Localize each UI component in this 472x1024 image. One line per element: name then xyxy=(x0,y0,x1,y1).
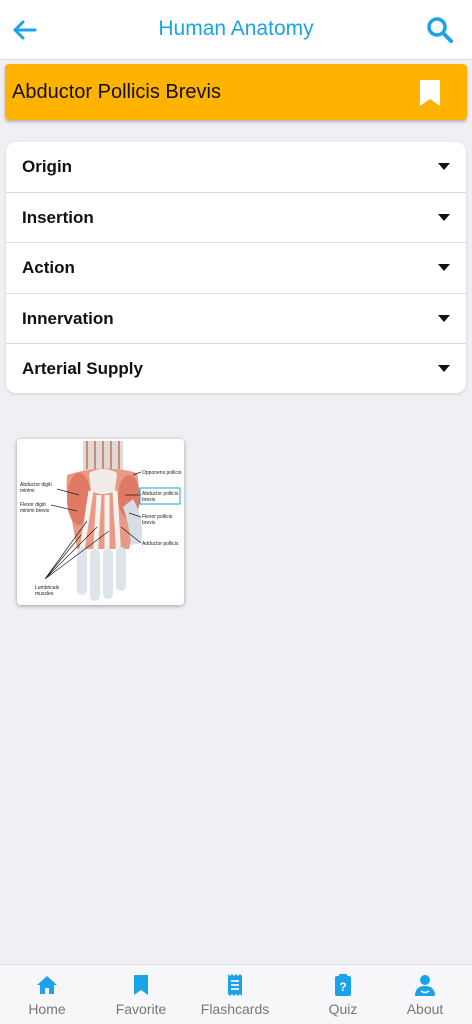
hand-muscles-illustration: Opponens pollicis Abductor digiti minimi… xyxy=(17,439,184,605)
search-button[interactable] xyxy=(424,14,456,46)
bottom-nav: Home Favorite Flashcards ? Quiz About xyxy=(0,964,472,1024)
bookmark-icon xyxy=(134,975,148,995)
label-lumbricals: muscles xyxy=(35,591,54,597)
label-opponens-pollicis: Opponens pollicis xyxy=(142,470,182,476)
nav-label: About xyxy=(406,1001,444,1017)
bookmark-icon xyxy=(420,80,440,106)
label-flexor-digiti-minimi: minimi brevis xyxy=(20,508,50,514)
muscle-title-banner: Abductor Pollicis Brevis xyxy=(5,64,467,120)
app-bar: Human Anatomy xyxy=(0,0,472,60)
quiz-icon: ? xyxy=(335,974,351,996)
nav-label: Favorite xyxy=(115,1001,167,1017)
about-icon xyxy=(415,975,435,996)
svg-text:?: ? xyxy=(339,980,346,994)
flashcards-icon xyxy=(228,974,242,996)
bookmark-button[interactable] xyxy=(419,79,441,107)
caret-down-icon xyxy=(438,264,450,272)
details-accordion: Origin Insertion Action Innervation Arte… xyxy=(6,142,466,393)
nav-home[interactable]: Home xyxy=(0,965,94,1024)
section-innervation[interactable]: Innervation xyxy=(6,294,466,345)
nav-favorite[interactable]: Favorite xyxy=(94,965,188,1024)
search-icon xyxy=(427,17,453,43)
app-title: Human Anatomy xyxy=(158,17,314,40)
nav-about[interactable]: About xyxy=(378,965,472,1024)
section-label: Action xyxy=(22,258,75,278)
section-insertion[interactable]: Insertion xyxy=(6,193,466,244)
nav-flashcards[interactable]: Flashcards xyxy=(188,965,282,1024)
label-flexor-pollicis-brevis: brevis xyxy=(142,520,156,526)
label-abductor-pollicis-brevis: brevis xyxy=(142,497,156,503)
section-label: Origin xyxy=(22,157,73,176)
section-label: Innervation xyxy=(22,308,114,328)
section-origin[interactable]: Origin xyxy=(6,142,466,193)
label-abductor-digiti-minimi: minimi xyxy=(20,488,34,494)
nav-label: Flashcards xyxy=(200,1001,270,1017)
caret-down-icon xyxy=(438,365,450,373)
anatomy-image-card[interactable]: Opponens pollicis Abductor digiti minimi… xyxy=(17,439,184,605)
nav-label: Quiz xyxy=(328,1001,358,1017)
label-adductor-pollicis: Adductor pollicis xyxy=(142,541,179,547)
section-label: Insertion xyxy=(22,207,94,227)
home-icon xyxy=(37,976,57,994)
caret-down-icon xyxy=(438,314,450,322)
nav-quiz[interactable]: ? Quiz xyxy=(296,965,390,1024)
caret-down-icon xyxy=(438,213,450,221)
caret-down-icon xyxy=(438,163,450,170)
section-arterial-supply[interactable]: Arterial Supply xyxy=(6,344,466,393)
section-action[interactable]: Action xyxy=(6,243,466,294)
nav-label: Home xyxy=(28,1001,66,1017)
section-label: Arterial Supply xyxy=(22,359,143,379)
muscle-name: Abductor Pollicis Brevis xyxy=(12,81,221,103)
